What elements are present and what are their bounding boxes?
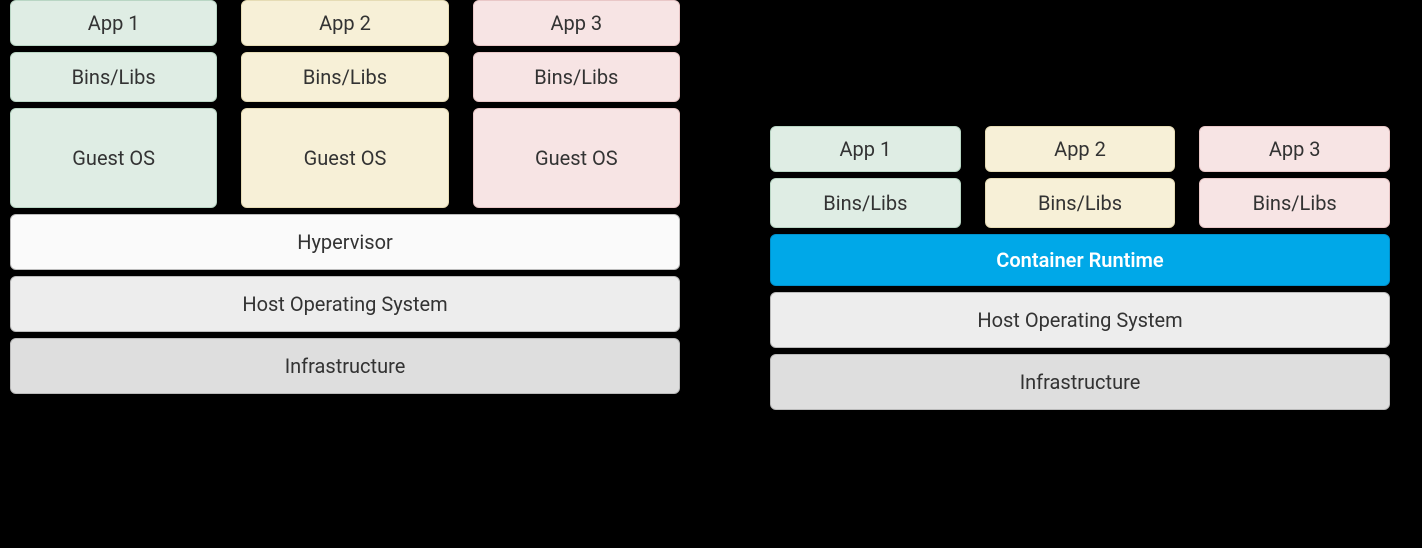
- container-host-os-layer: Host Operating System: [770, 292, 1390, 348]
- container-bins-3: Bins/Libs: [1199, 178, 1390, 228]
- container-architecture-diagram: App 1 App 2 App 3 Bins/Libs Bins/Libs Bi…: [770, 126, 1390, 548]
- container-app-row: App 1 App 2 App 3: [770, 126, 1390, 172]
- vm-bins-1: Bins/Libs: [10, 52, 217, 102]
- container-app-3: App 3: [1199, 126, 1390, 172]
- vm-guest-os-1: Guest OS: [10, 108, 217, 208]
- vm-guest-os-2: Guest OS: [241, 108, 448, 208]
- vm-hypervisor-layer: Hypervisor: [10, 214, 680, 270]
- vm-app-1: App 1: [10, 0, 217, 46]
- container-app-1: App 1: [770, 126, 961, 172]
- vm-app-2: App 2: [241, 0, 448, 46]
- vm-architecture-diagram: App 1 App 2 App 3 Bins/Libs Bins/Libs Bi…: [10, 0, 680, 548]
- vm-host-os-layer: Host Operating System: [10, 276, 680, 332]
- container-infrastructure-layer: Infrastructure: [770, 354, 1390, 410]
- vm-guest-os-3: Guest OS: [473, 108, 680, 208]
- container-bins-2: Bins/Libs: [985, 178, 1176, 228]
- container-app-2: App 2: [985, 126, 1176, 172]
- container-bins-1: Bins/Libs: [770, 178, 961, 228]
- vm-app-3: App 3: [473, 0, 680, 46]
- vm-guest-row: Guest OS Guest OS Guest OS: [10, 108, 680, 208]
- container-runtime-layer: Container Runtime: [770, 234, 1390, 286]
- vm-bins-3: Bins/Libs: [473, 52, 680, 102]
- vm-infrastructure-layer: Infrastructure: [10, 338, 680, 394]
- vm-bins-row: Bins/Libs Bins/Libs Bins/Libs: [10, 52, 680, 102]
- vm-app-row: App 1 App 2 App 3: [10, 0, 680, 46]
- vm-bins-2: Bins/Libs: [241, 52, 448, 102]
- container-bins-row: Bins/Libs Bins/Libs Bins/Libs: [770, 178, 1390, 228]
